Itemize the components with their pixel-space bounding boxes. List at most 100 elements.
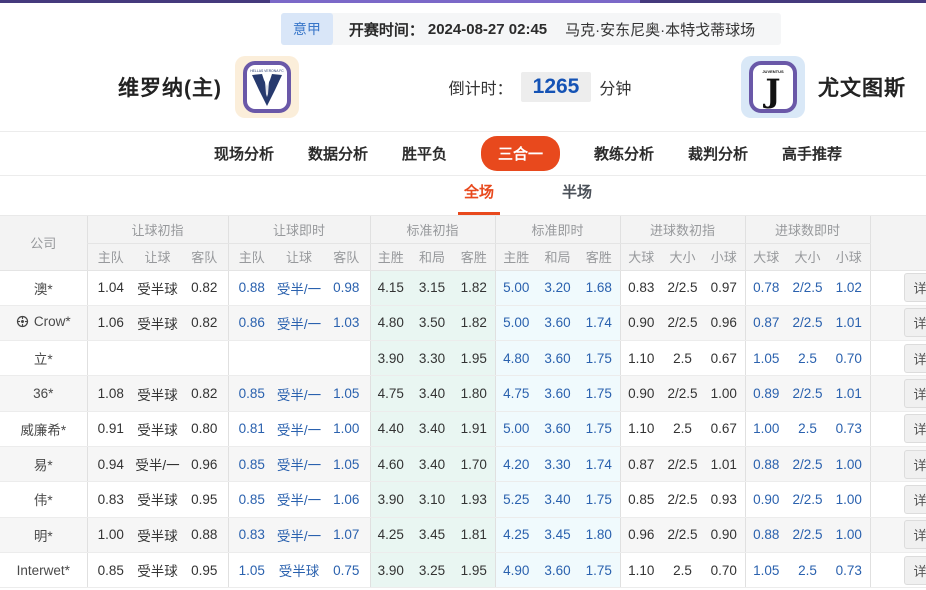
odds-cell: 0.90 (703, 517, 746, 553)
away-team-name: 尤文图斯 (818, 77, 906, 100)
kickoff-label: 开赛时间： (348, 21, 424, 39)
col-group-header: 标准初指 (369, 216, 495, 244)
odds-cell: 2/2.5 (662, 305, 703, 342)
odds-cell: 0.94 (86, 446, 134, 483)
detail-button[interactable]: 详情 (903, 520, 926, 550)
odds-cell: 2/2.5 (787, 517, 829, 553)
nav-tab-expert-picks[interactable]: 高手推荐 (782, 143, 842, 164)
col-subheader: 大小 (662, 243, 703, 271)
col-group-header: 让球即时 (227, 216, 370, 244)
odds-cell: 1.93 (453, 481, 495, 518)
odds-cell: 1.10 (619, 552, 662, 589)
football-icon (16, 316, 28, 328)
company-name[interactable]: 36* (33, 386, 53, 401)
company-name[interactable]: 明* (34, 525, 53, 545)
nav-tab-win-draw-loss[interactable]: 胜平负 (402, 143, 447, 164)
odds-cell: 1.00 (828, 517, 871, 553)
odds-cell: 1.05 (227, 552, 275, 589)
odds-cell: 0.85 (227, 446, 275, 483)
company-name[interactable]: Crow* (16, 314, 71, 329)
nav-tab-coach-analysis[interactable]: 教练分析 (594, 143, 654, 164)
odds-cell: 受半/一 (275, 517, 323, 553)
company-cell: 威廉希* (0, 411, 87, 447)
odds-cell: 3.90 (369, 340, 411, 377)
tab-full-match[interactable]: 全场 (457, 181, 500, 215)
col-subheader: 大球 (619, 243, 662, 271)
odds-cell: 4.60 (369, 446, 411, 483)
odds-cell: 3.10 (411, 481, 453, 518)
odds-cell: 4.25 (494, 517, 537, 553)
odds-cell: 3.90 (369, 481, 411, 518)
odds-row: 澳* 1.04 受半球 0.82 0.88 受半/一 0.98 4.15 3.15 1.82 5.0… (0, 270, 926, 306)
detail-cell: 详情 (869, 375, 926, 412)
nav-tab-data-analysis[interactable]: 数据分析 (308, 143, 368, 164)
odds-cell: 4.75 (369, 375, 411, 412)
col-subheader: 大球 (744, 243, 788, 271)
odds-cell: 0.85 (619, 481, 662, 518)
detail-button[interactable]: 详情 (903, 449, 926, 479)
odds-cell: 受半/一 (275, 270, 323, 306)
svg-text:J: J (762, 72, 780, 110)
odds-cell: 1.95 (453, 552, 495, 589)
odds-cell: 0.87 (619, 446, 662, 483)
odds-cell (181, 340, 228, 377)
odds-cell: 4.25 (369, 517, 411, 553)
detail-button[interactable]: 详情 (903, 308, 926, 338)
odds-cell: 3.15 (411, 270, 453, 306)
kickoff-info-row: 意甲 开赛时间： 2024-08-27 02:45 马克·安东尼奥·本特戈蒂球场 (0, 13, 926, 45)
svg-text:HELLAS VERONA FC: HELLAS VERONA FC (250, 69, 284, 73)
detail-button[interactable]: 详情 (903, 273, 926, 303)
nav-tab-live-analysis[interactable]: 现场分析 (214, 143, 274, 164)
odds-cell: 1.06 (86, 305, 134, 342)
odds-cell: 2/2.5 (787, 270, 829, 306)
odds-cell: 3.60 (537, 552, 578, 589)
detail-button[interactable]: 详情 (903, 343, 926, 373)
odds-cell: 4.75 (494, 375, 537, 412)
odds-cell: 2/2.5 (662, 375, 703, 412)
col-subheader: 主胜 (369, 243, 411, 271)
odds-cell: 受半球 (134, 517, 181, 553)
detail-button[interactable]: 详情 (903, 414, 926, 444)
odds-cell: 2/2.5 (662, 270, 703, 306)
odds-cell: 0.96 (703, 305, 746, 342)
company-name[interactable]: 澳* (34, 278, 53, 298)
odds-cell: 1.05 (744, 340, 788, 377)
col-header-detail (869, 216, 926, 271)
odds-cell: 4.90 (494, 552, 537, 589)
company-name[interactable]: Interwet* (17, 563, 70, 578)
company-name[interactable]: 威廉希* (20, 419, 66, 439)
odds-cell: 0.88 (744, 517, 788, 553)
odds-row: 伟* 0.83 受半球 0.95 0.85 受半/一 1.06 3.90 3.10 1.93 5.2… (0, 481, 926, 518)
odds-cell: 0.89 (744, 375, 788, 412)
detail-button[interactable]: 详情 (903, 484, 926, 514)
company-cell: 立* (0, 340, 87, 377)
odds-cell (227, 340, 275, 377)
odds-cell: 1.82 (453, 305, 495, 342)
detail-cell: 详情 (869, 305, 926, 342)
odds-cell: 受半球 (134, 552, 181, 589)
odds-cell (86, 340, 134, 377)
scope-tab-bar: 全场 半场 (0, 176, 926, 216)
odds-cell: 2/2.5 (787, 446, 829, 483)
odds-cell: 1.00 (744, 411, 788, 447)
odds-cell: 0.82 (181, 375, 228, 412)
venue-text: 马克·安东尼奥·本特戈蒂球场 (565, 21, 756, 39)
company-name[interactable]: 伟* (34, 489, 53, 509)
detail-button[interactable]: 详情 (903, 379, 926, 409)
home-team-logo: HELLAS VERONA FC (235, 56, 299, 118)
odds-cell: 1.10 (619, 411, 662, 447)
nav-tab-three-in-one[interactable]: 三合一 (480, 136, 560, 171)
odds-cell: 1.75 (578, 411, 620, 447)
detail-button[interactable]: 详情 (903, 555, 926, 585)
odds-cell: 2/2.5 (662, 517, 703, 553)
odds-cell: 1.95 (453, 340, 495, 377)
company-name[interactable]: 易* (34, 454, 53, 474)
detail-cell: 详情 (869, 446, 926, 483)
nav-tab-referee-analysis[interactable]: 裁判分析 (688, 143, 748, 164)
odds-cell: 0.95 (181, 481, 228, 518)
odds-cell: 1.08 (86, 375, 134, 412)
tab-half-match[interactable]: 半场 (556, 181, 598, 215)
company-name[interactable]: 立* (34, 348, 53, 368)
detail-cell: 详情 (869, 340, 926, 377)
odds-cell: 0.96 (181, 446, 228, 483)
